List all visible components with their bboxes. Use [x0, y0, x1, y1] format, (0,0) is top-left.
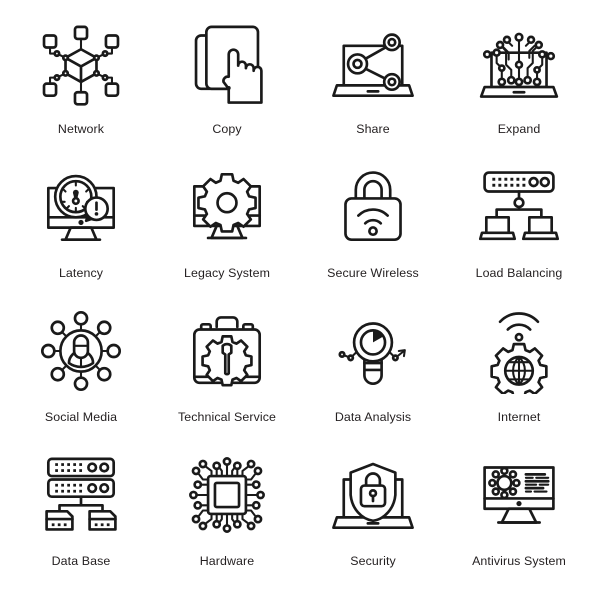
icon-cell-copy[interactable]: Copy — [154, 14, 300, 158]
icon-label: Load Balancing — [475, 266, 563, 280]
icon-label: Technical Service — [177, 410, 277, 424]
toolbox-gear-wrench-icon — [184, 308, 270, 394]
icon-label: Internet — [497, 410, 541, 424]
laptop-circuit-expand-icon — [476, 20, 562, 106]
icon-label: Expand — [497, 122, 541, 136]
server-two-laptops-icon — [476, 164, 562, 250]
icon-label: Latency — [58, 266, 104, 280]
icon-cell-antivirus-system[interactable]: Antivirus System — [446, 446, 592, 590]
icon-grid: Network Copy Share Expand Latency Legacy… — [0, 0, 600, 600]
icon-label: Legacy System — [183, 266, 270, 280]
padlock-wifi-icon — [330, 164, 416, 250]
laptop-share-icon — [330, 20, 416, 106]
icon-label: Secure Wireless — [327, 266, 419, 280]
user-network-circle-icon — [38, 308, 124, 394]
laptop-shield-lock-icon — [330, 452, 416, 538]
icon-cell-latency[interactable]: Latency — [8, 158, 154, 302]
cpu-chip-icon — [184, 452, 270, 538]
icon-label: Hardware — [199, 554, 255, 568]
icon-label: Security — [350, 554, 396, 568]
icon-cell-load-balancing[interactable]: Load Balancing — [446, 158, 592, 302]
gear-globe-wifi-icon — [476, 308, 562, 394]
icon-cell-data-base[interactable]: Data Base — [8, 446, 154, 590]
copy-hand-tap-icon — [184, 20, 270, 106]
magnifier-pie-chart-icon — [330, 308, 416, 394]
icon-cell-security[interactable]: Security — [300, 446, 446, 590]
icon-label: Data Analysis — [334, 410, 412, 424]
icon-label: Antivirus System — [472, 554, 566, 568]
icon-label: Data Base — [51, 554, 111, 568]
icon-cell-expand[interactable]: Expand — [446, 14, 592, 158]
icon-label: Social Media — [44, 410, 118, 424]
network-nodes-icon — [38, 20, 124, 106]
icon-label: Network — [57, 122, 105, 136]
monitor-speedometer-alert-icon — [38, 164, 124, 250]
icon-cell-secure-wireless[interactable]: Secure Wireless — [300, 158, 446, 302]
icon-cell-legacy-system[interactable]: Legacy System — [154, 158, 300, 302]
icon-cell-share[interactable]: Share — [300, 14, 446, 158]
icon-label: Copy — [212, 122, 242, 136]
icon-cell-network[interactable]: Network — [8, 14, 154, 158]
monitor-virus-icon — [476, 452, 562, 538]
icon-cell-hardware[interactable]: Hardware — [154, 446, 300, 590]
icon-cell-data-analysis[interactable]: Data Analysis — [300, 302, 446, 446]
database-servers-icon — [38, 452, 124, 538]
icon-cell-internet[interactable]: Internet — [446, 302, 592, 446]
icon-cell-technical-service[interactable]: Technical Service — [154, 302, 300, 446]
monitor-gear-icon — [184, 164, 270, 250]
icon-label: Share — [356, 122, 390, 136]
icon-cell-social-media[interactable]: Social Media — [8, 302, 154, 446]
